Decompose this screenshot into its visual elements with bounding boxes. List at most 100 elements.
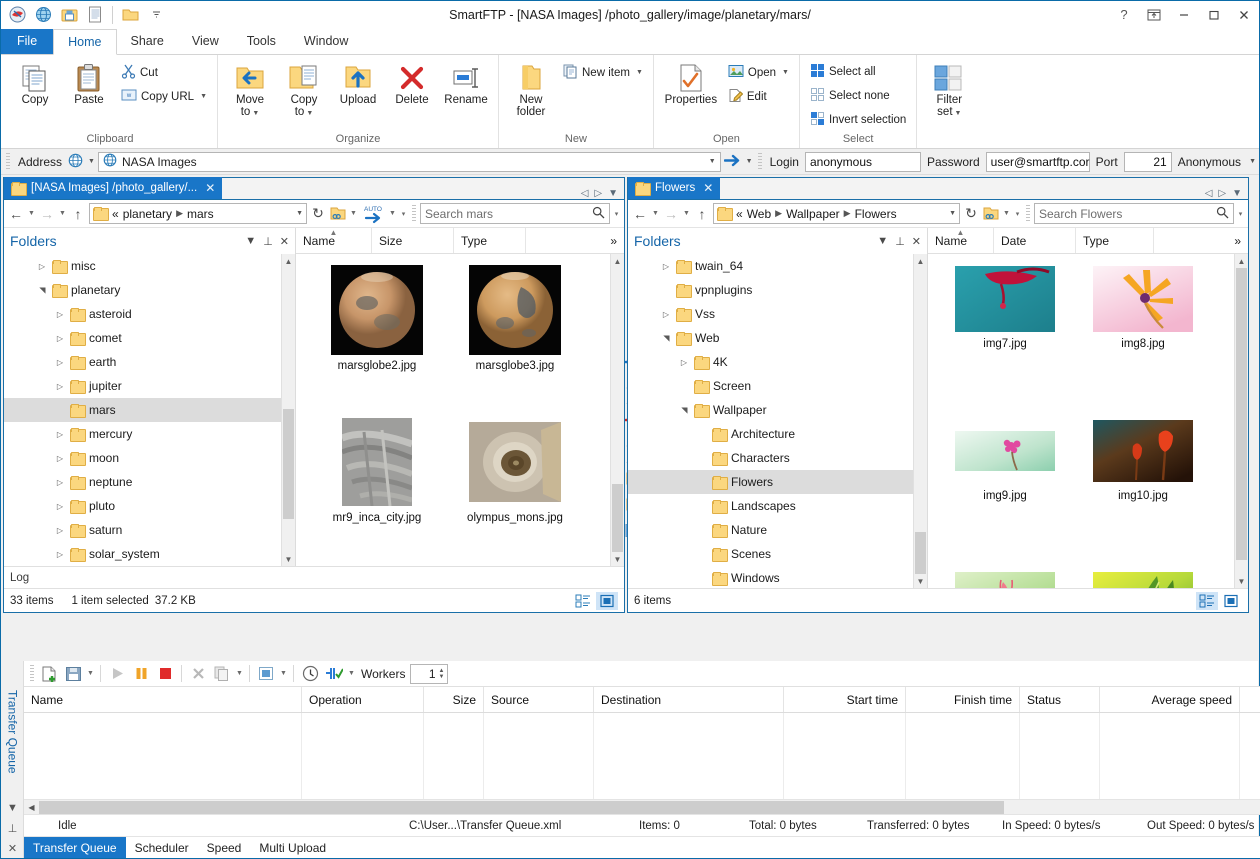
expander-collapsed-icon[interactable]: ▷	[54, 550, 66, 559]
port-input[interactable]: 21	[1124, 152, 1172, 172]
right-files-scrollbar[interactable]: ▲ ▼	[1234, 254, 1248, 588]
breadcrumb-web[interactable]: Web	[747, 207, 771, 221]
tree-node-vss[interactable]: ▷Vss	[628, 302, 913, 326]
chevron-down-icon[interactable]: ▼	[200, 93, 207, 100]
queue-column-header-status[interactable]: Status	[1020, 687, 1100, 712]
document-icon[interactable]	[83, 3, 107, 27]
expander-collapsed-icon[interactable]: ▷	[54, 526, 66, 535]
chevron-down-icon[interactable]: ▼	[782, 69, 789, 76]
column-header-more[interactable]: »	[1154, 228, 1248, 253]
left-tree-scrollbar[interactable]: ▲ ▼	[281, 254, 295, 566]
new-folder-button[interactable]: Newfolder	[505, 57, 557, 118]
tree-node-saturn[interactable]: ▷saturn	[4, 518, 281, 542]
tree-node-pluto[interactable]: ▷pluto	[4, 494, 281, 518]
minimize-button[interactable]	[1169, 2, 1199, 28]
file-item[interactable]: marsglobe2.jpg	[308, 260, 446, 412]
auth-mode-dropdown-icon[interactable]: ▼	[1249, 158, 1256, 165]
refresh-button[interactable]: ↻	[962, 204, 980, 224]
navbar-overflow-icon[interactable]: ▾	[399, 210, 408, 218]
file-item[interactable]: img8.jpg	[1074, 260, 1212, 412]
back-button[interactable]: ←	[631, 204, 649, 224]
file-item[interactable]: img9.jpg	[936, 412, 1074, 564]
tab-list-icon[interactable]: ▼	[608, 188, 618, 199]
queue-column-header-start-time[interactable]: Start time	[784, 687, 906, 712]
paste-button[interactable]: Paste	[63, 57, 115, 107]
file-item[interactable]: img12.jpg	[1074, 564, 1212, 588]
globe-icon[interactable]	[68, 153, 83, 171]
ribbon-display-options-button[interactable]	[1139, 2, 1169, 28]
tree-node-mars[interactable]: mars	[4, 398, 281, 422]
expander-expanded-icon[interactable]: ◢	[662, 332, 671, 344]
tree-node-characters[interactable]: Characters	[628, 446, 913, 470]
scroll-down-icon[interactable]: ▼	[914, 574, 927, 588]
left-files-scrollbar[interactable]: ▲ ▼	[610, 254, 624, 566]
column-header-date[interactable]: Date	[994, 228, 1076, 253]
stop-icon[interactable]	[154, 663, 176, 684]
address-input[interactable]: NASA Images ▼	[98, 152, 721, 172]
upload-button[interactable]: Upload	[332, 57, 384, 107]
queue-column-header-finish-time[interactable]: Finish time	[906, 687, 1020, 712]
tree-node-windows[interactable]: Windows	[628, 566, 913, 588]
scroll-down-icon[interactable]: ▼	[611, 552, 624, 566]
link-folder-icon[interactable]	[329, 204, 347, 224]
queue-column-header-size[interactable]: Size	[424, 687, 484, 712]
breadcrumb-dropdown-icon[interactable]: ▼	[949, 210, 956, 217]
right-pane-tab[interactable]: Flowers ✕	[628, 177, 720, 199]
pin-icon[interactable]: ⊥	[895, 235, 905, 248]
scroll-up-icon[interactable]: ▲	[282, 254, 295, 268]
left-log-strip[interactable]: Log	[4, 566, 624, 588]
link-dropdown-icon[interactable]: ▼	[349, 210, 358, 217]
right-search-input[interactable]: Search Flowers	[1034, 203, 1234, 224]
search-options-icon[interactable]: ▾	[1236, 210, 1245, 218]
select-none-button[interactable]: Select none	[806, 85, 910, 106]
tab-list-icon[interactable]: ▼	[1232, 188, 1242, 199]
scroll-down-icon[interactable]: ▼	[282, 552, 295, 566]
delete-button[interactable]: Delete	[386, 57, 438, 107]
details-view-icon[interactable]	[1196, 592, 1218, 610]
scroll-thumb[interactable]	[283, 409, 294, 519]
tree-node-comet[interactable]: ▷comet	[4, 326, 281, 350]
expander-collapsed-icon[interactable]: ▷	[54, 358, 66, 367]
column-header-type[interactable]: Type	[1076, 228, 1154, 253]
maximize-button[interactable]	[1199, 2, 1229, 28]
toolbar-grip[interactable]	[30, 665, 34, 683]
scroll-up-icon[interactable]: ▲	[1235, 254, 1248, 268]
search-options-icon[interactable]: ▾	[612, 210, 621, 218]
queue-column-header-operation[interactable]: Operation	[302, 687, 424, 712]
forward-button[interactable]: →	[38, 204, 56, 224]
file-item[interactable]: marsglobe3.jpg	[446, 260, 584, 412]
expander-collapsed-icon[interactable]: ▷	[54, 382, 66, 391]
column-header-more[interactable]: »	[526, 228, 624, 253]
breadcrumb-flowers[interactable]: Flowers	[855, 207, 897, 221]
refresh-button[interactable]: ↻	[309, 204, 327, 224]
transfer-mode-dropdown-icon[interactable]: ▼	[388, 210, 397, 217]
link-folder-icon[interactable]	[982, 204, 1000, 224]
pin-icon[interactable]: ⊥	[2, 818, 24, 838]
expander-collapsed-icon[interactable]: ▷	[54, 502, 66, 511]
queue-column-header-average-speed[interactable]: Average speed	[1100, 687, 1240, 712]
pause-icon[interactable]	[130, 663, 152, 684]
properties-button[interactable]: Properties	[660, 57, 722, 107]
scroll-thumb[interactable]	[612, 484, 623, 559]
tree-node-moon[interactable]: ▷moon	[4, 446, 281, 470]
close-icon[interactable]: ✕	[912, 235, 921, 248]
column-header-name[interactable]: ▲ Name	[296, 228, 372, 253]
up-button[interactable]: ↑	[69, 204, 87, 224]
speed-limit-dropdown-icon[interactable]: ▼	[347, 670, 356, 677]
file-item[interactable]: img11.jpg	[936, 564, 1074, 588]
expander-collapsed-icon[interactable]: ▷	[36, 262, 48, 271]
close-icon[interactable]: ✕	[280, 235, 289, 248]
search-icon[interactable]	[592, 206, 605, 222]
tab-view[interactable]: View	[178, 28, 233, 54]
tree-node-misc[interactable]: ▷misc	[4, 254, 281, 278]
pin-icon[interactable]: ⊥	[263, 235, 273, 248]
tree-node-neptune[interactable]: ▷neptune	[4, 470, 281, 494]
thumbnail-view-icon[interactable]	[1220, 592, 1242, 610]
queue-column-header-source[interactable]: Source	[484, 687, 594, 712]
tab-scroll-right-icon[interactable]: ▷	[594, 188, 602, 199]
tree-node-solar-system[interactable]: ▷solar_system	[4, 542, 281, 566]
tree-node-vpnplugins[interactable]: vpnplugins	[628, 278, 913, 302]
back-history-icon[interactable]: ▼	[27, 210, 36, 217]
tree-node-mercury[interactable]: ▷mercury	[4, 422, 281, 446]
forward-history-icon[interactable]: ▼	[58, 210, 67, 217]
